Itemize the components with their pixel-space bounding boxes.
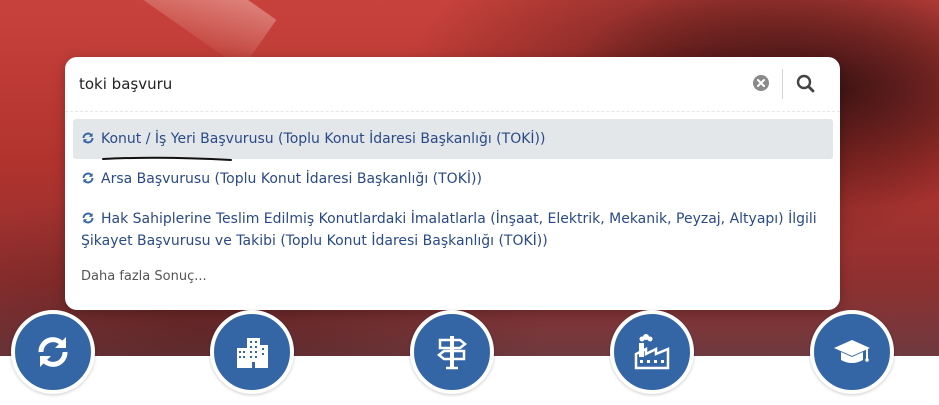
category-button-buildings[interactable] — [210, 310, 294, 394]
refresh-icon — [82, 212, 94, 224]
graduation-cap-icon — [834, 340, 870, 363]
result-item-sikayet[interactable]: Hak Sahiplerine Teslim Edilmiş Konutlard… — [73, 199, 833, 261]
clear-icon[interactable] — [753, 75, 769, 91]
refresh-icon — [38, 337, 68, 367]
result-label: Arsa Başvurusu (Toplu Konut İdaresi Başk… — [101, 171, 482, 187]
signpost-icon — [436, 336, 468, 370]
search-icon[interactable] — [793, 71, 819, 97]
refresh-icon — [82, 172, 94, 184]
search-bar — [65, 57, 840, 112]
factory-icon — [634, 334, 670, 370]
result-item-arsa[interactable]: Arsa Başvurusu (Toplu Konut İdaresi Başk… — [73, 159, 833, 199]
category-button-signpost[interactable] — [410, 310, 494, 394]
refresh-icon — [82, 132, 94, 144]
search-results: Konut / İş Yeri Başvurusu (Toplu Konut İ… — [73, 119, 833, 292]
category-nav — [0, 310, 939, 405]
category-button-education[interactable] — [810, 310, 894, 394]
search-panel: Konut / İş Yeri Başvurusu (Toplu Konut İ… — [65, 57, 840, 310]
result-label: Konut / İş Yeri Başvurusu (Toplu Konut İ… — [101, 131, 546, 147]
more-results-link[interactable]: Daha fazla Sonuç... — [73, 261, 833, 292]
buildings-icon — [237, 338, 268, 368]
result-item-konut[interactable]: Konut / İş Yeri Başvurusu (Toplu Konut İ… — [73, 119, 833, 161]
search-input[interactable] — [79, 71, 729, 97]
search-divider — [782, 69, 783, 99]
result-label: Hak Sahiplerine Teslim Edilmiş Konutlard… — [81, 211, 817, 249]
category-button-factory[interactable] — [610, 310, 694, 394]
category-button-refresh[interactable] — [11, 310, 95, 394]
